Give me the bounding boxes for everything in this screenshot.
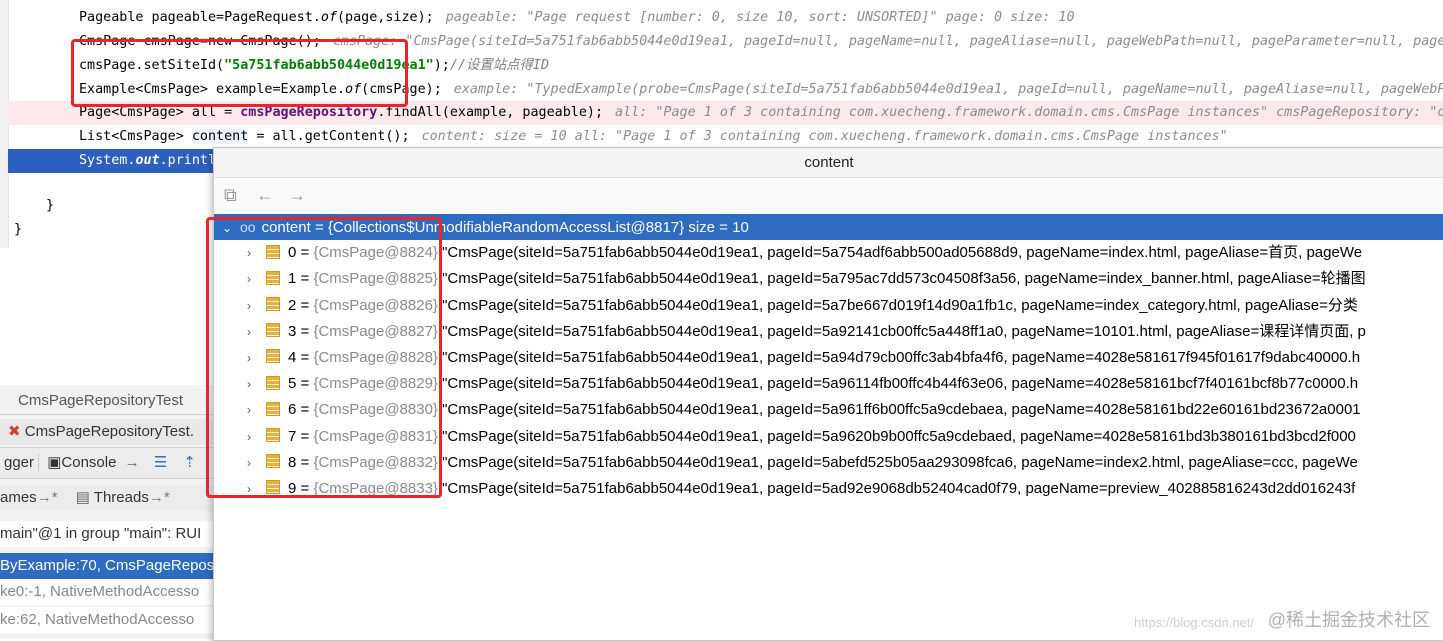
table-row[interactable]: › 5 = {CmsPage@8829} "CmsPage(siteId=5a75… [214,371,1443,397]
table-row[interactable]: › 0 = {CmsPage@8824} "CmsPage(siteId=5a75… [214,240,1443,266]
stack-frame[interactable]: ke0:-1, NativeMethodAccesso [0,579,214,605]
root-var-size: size = 10 [688,219,749,236]
structure-icon[interactable]: ⧉ [224,185,237,206]
table-row[interactable]: › 2 = {CmsPage@8826} "CmsPage(siteId=5a75… [214,293,1443,319]
inline-debug-hint: pageable: "Page request [number: 0, size… [445,10,1075,25]
field-icon [266,480,280,495]
content-variable[interactable]: content [191,129,249,144]
code-line-new-cmspage: CmsPage cmsPage=new CmsPage(); cmsPage: "… [79,30,1443,54]
debug-toolbar: gger ▣Console → ☰ ⇡ [0,447,214,479]
tab-frames[interactable]: ames [0,489,37,506]
field-icon [266,270,280,285]
tab-console[interactable]: Console [61,454,116,471]
stack-frame[interactable]: ke:62, NativeMethodAccesso [0,607,214,633]
field-icon [266,244,280,259]
code-line-pageable: Pageable pageable=PageRequest.of(page,si… [79,10,1075,25]
expand-chevron-right-icon[interactable]: › [242,476,256,502]
tab-threads[interactable]: Threads [94,489,149,506]
expand-chevron-right-icon[interactable]: › [242,397,256,423]
step-icon[interactable]: ⇡ [183,454,196,471]
field-icon [266,297,280,312]
expand-chevron-right-icon[interactable]: › [242,371,256,397]
back-arrow-icon[interactable]: ← [256,185,274,206]
variable-inspect-popup[interactable]: content ⧉ ← → ⌄ oo content = {Collections$… [213,147,1443,641]
forward-arrow-icon[interactable]: → [288,185,306,206]
expand-chevron-right-icon[interactable]: › [242,293,256,319]
field-icon [266,428,280,443]
code-line-get-content: List<CmsPage> content = all.getContent()… [79,129,1228,144]
code-line-example: Example<CmsPage> example=Example.of(cmsP… [79,78,1443,102]
closing-brace: } [46,198,55,213]
field-icon [266,454,280,469]
field-icon [266,349,280,364]
table-row[interactable]: › 4 = {CmsPage@8828} "CmsPage(siteId=5a75… [214,345,1443,371]
debug-config-tab[interactable]: ✖ CmsPageRepositoryTest. [0,419,214,445]
code-line-set-site-id: cmsPage.setSiteId("5a751fab6abb5044e0d19… [79,58,550,73]
expand-chevron-right-icon[interactable]: › [242,450,256,476]
threads-icon: ▤ [75,489,90,506]
watermark-url: https://blog.csdn.net/ [1134,615,1254,630]
popup-toolbar: ⧉ ← → [214,178,1443,212]
field-icon [266,323,280,338]
table-row[interactable]: › 7 = {CmsPage@8831} "CmsPage(siteId=5a75… [214,424,1443,450]
table-row[interactable]: › 8 = {CmsPage@8832} "CmsPage(siteId=5a75… [214,450,1443,476]
expand-chevron-right-icon[interactable]: › [242,266,256,292]
expand-chevron-right-icon[interactable]: › [242,424,256,450]
table-row[interactable]: › 9 = {CmsPage@8833} "CmsPage(siteId=5a75… [214,476,1443,502]
expand-chevron-right-icon[interactable]: › [242,240,256,266]
expand-chevron-right-icon[interactable]: › [242,319,256,345]
field-icon [266,375,280,390]
thread-selector[interactable]: main"@1 in group "main": RUI [0,521,214,547]
watermark: @稀土掘金技术社区 [1267,610,1430,630]
variable-tree: ⌄ oo content = {Collections$UnmodifiableRa… [214,214,1443,502]
inline-debug-hint: content: size = 10 all: "Page 1 of 3 con… [421,129,1228,144]
list-icon[interactable]: ☰ [154,454,167,471]
table-row[interactable]: › 3 = {CmsPage@8827} "CmsPage(siteId=5a75… [214,319,1443,345]
layout-arrow-icon[interactable]: → [125,454,140,471]
debug-side-panel: CmsPageRepositoryTest ✖ CmsPageRepositor… [0,385,214,639]
expand-chevron-down-icon[interactable]: ⌄ [220,215,234,241]
run-tab-cmspagerepositorytest[interactable]: CmsPageRepositoryTest [0,388,214,415]
field-icon [266,401,280,416]
frames-threads-bar: ames→* ▤ Threads→* [0,485,214,511]
table-row[interactable]: › 6 = {CmsPage@8830} "CmsPage(siteId=5a75… [214,397,1443,423]
debug-config-icon: ✖ [8,423,21,440]
tab-debugger[interactable]: gger [0,454,40,471]
inline-debug-hint: all: "Page 1 of 3 containing com.xuechen… [615,105,1443,120]
expand-chevron-right-icon[interactable]: › [242,345,256,371]
console-icon: ▣ [47,454,62,471]
watch-oo-icon: oo [240,219,256,235]
root-var-value: = {Collections$UnmodifiableRandomAccessL… [314,219,685,236]
inline-debug-hint: example: "TypedExample(probe=CmsPage(sit… [453,82,1443,97]
closing-brace: } [14,222,23,237]
table-row[interactable]: › 1 = {CmsPage@8825} "CmsPage(siteId=5a75… [214,266,1443,292]
root-var-name: content [261,219,311,236]
stack-frame-selected[interactable]: ByExample:70, CmsPageRepos [0,553,214,579]
tree-row-root[interactable]: ⌄ oo content = {Collections$UnmodifiableRa… [214,214,1443,241]
code-line-find-all: Page<CmsPage> all = cmsPageRepository.fi… [8,101,1443,125]
inline-debug-hint: cmsPage: "CmsPage(siteId=5a751fab6abb504… [332,34,1443,49]
popup-title: content [214,148,1443,178]
